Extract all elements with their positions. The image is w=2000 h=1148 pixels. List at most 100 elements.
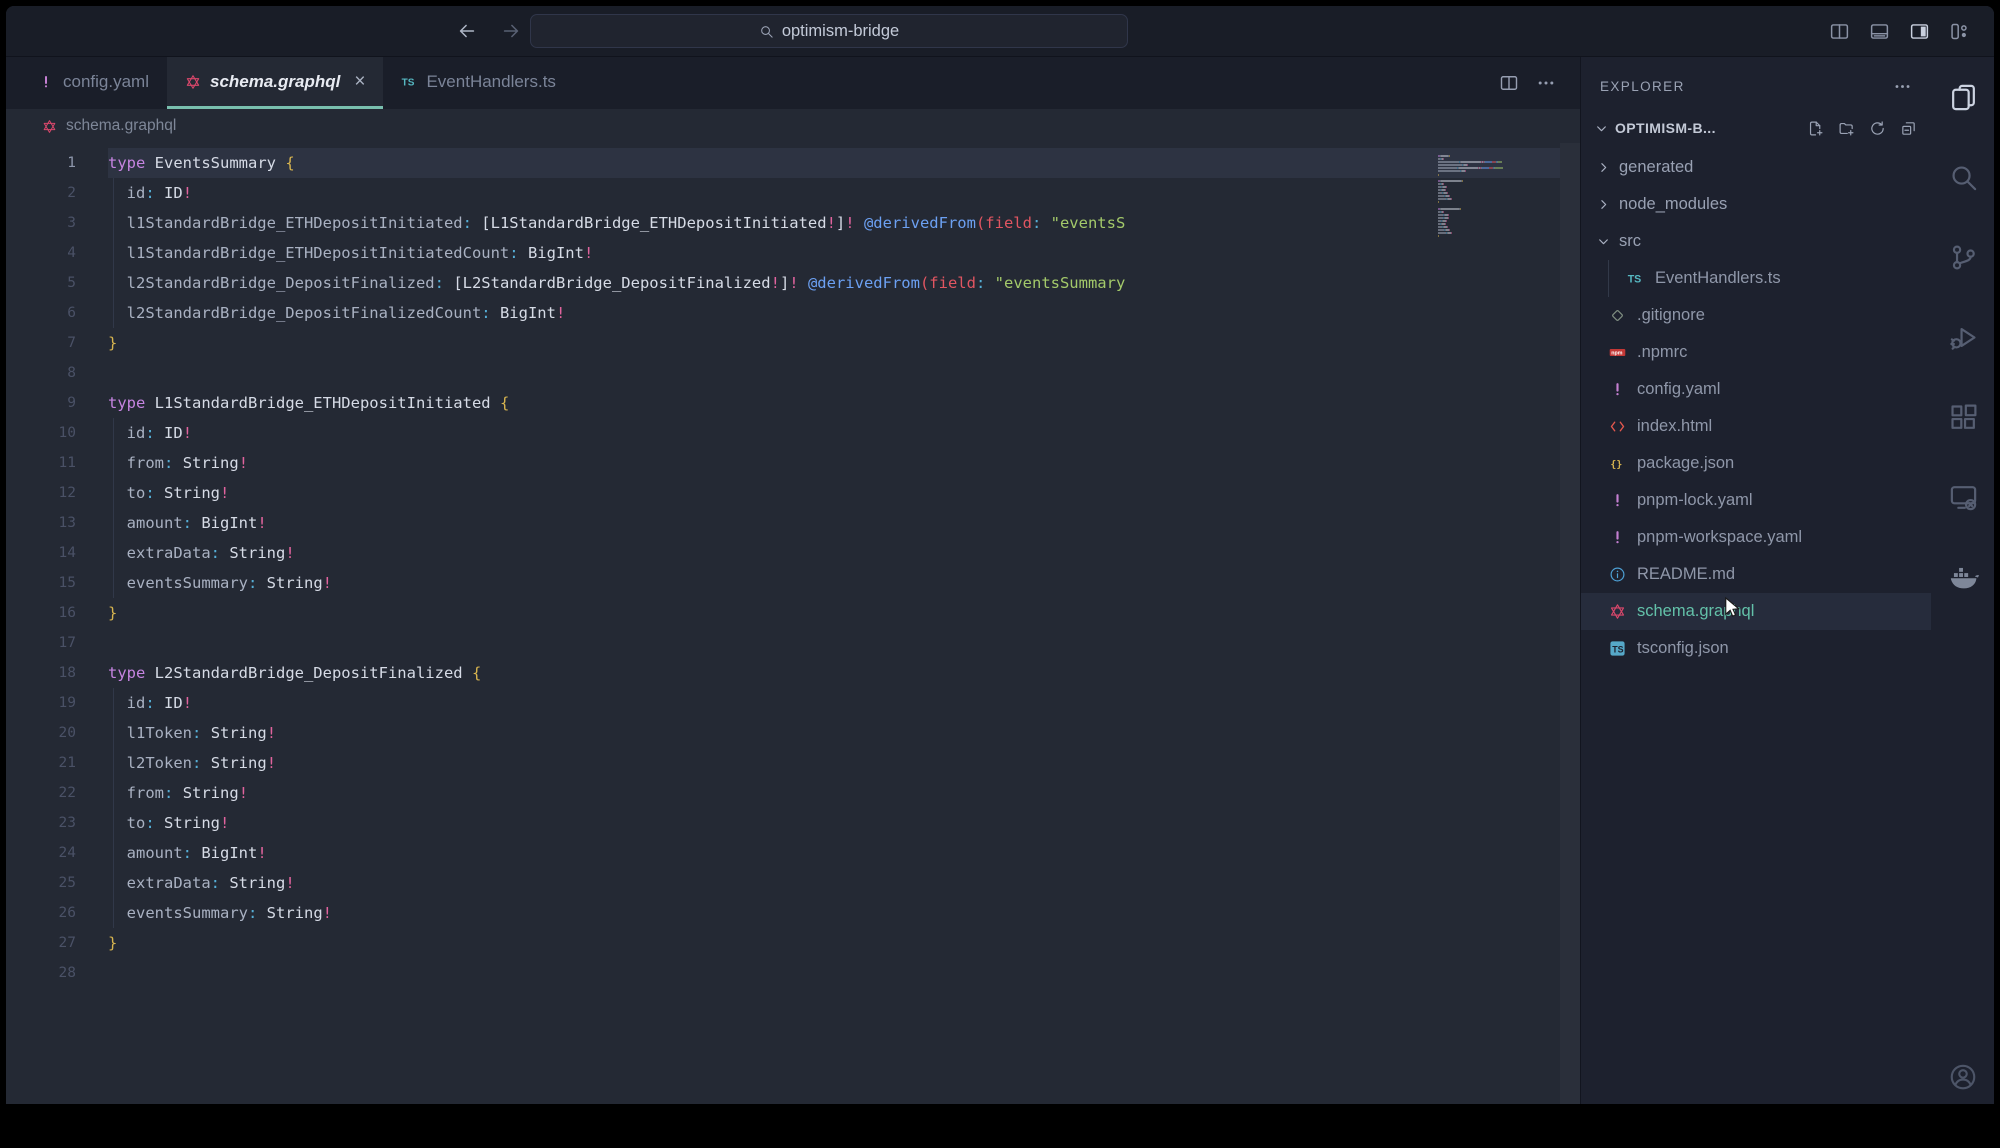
more-actions-icon[interactable] xyxy=(1893,77,1912,96)
gitignore-icon xyxy=(1606,307,1628,324)
split-editor-icon[interactable] xyxy=(1499,73,1519,93)
code-line-14[interactable]: 14 extraData: String! xyxy=(6,538,1580,568)
code-line-4[interactable]: 4 l1StandardBridge_ETHDepositInitiatedCo… xyxy=(6,238,1580,268)
tree-item-label: EventHandlers.ts xyxy=(1655,269,1781,288)
tab-label: config.yaml xyxy=(63,72,149,92)
chevron-right-icon xyxy=(1594,161,1612,174)
info-icon xyxy=(1606,566,1628,583)
code-line-7[interactable]: 7} xyxy=(6,328,1580,358)
code-line-24[interactable]: 24 amount: BigInt! xyxy=(6,838,1580,868)
project-root-row[interactable]: OPTIMISM-B... xyxy=(1581,111,1931,145)
file-npmrc[interactable]: npm.npmrc xyxy=(1581,334,1931,371)
toggle-secondary-sidebar-icon[interactable] xyxy=(1909,21,1930,42)
code-line-26[interactable]: 26 eventsSummary: String! xyxy=(6,898,1580,928)
code-line-8[interactable]: 8 xyxy=(6,358,1580,388)
split-editor-icon[interactable] xyxy=(1829,21,1850,42)
new-folder-icon[interactable] xyxy=(1838,120,1855,137)
html-icon xyxy=(1606,418,1628,435)
code-line-25[interactable]: 25 extraData: String! xyxy=(6,868,1580,898)
code-line-20[interactable]: 20 l1Token: String! xyxy=(6,718,1580,748)
code-line-10[interactable]: 10 id: ID! xyxy=(6,418,1580,448)
code-line-3[interactable]: 3 l1StandardBridge_ETHDepositInitiated: … xyxy=(6,208,1580,238)
tree-item-label: node_modules xyxy=(1619,195,1727,214)
code-line-22[interactable]: 22 from: String! xyxy=(6,778,1580,808)
tree-item-label: schema.graphql xyxy=(1637,602,1754,621)
code-line-1[interactable]: 1type EventsSummary { xyxy=(6,148,1580,178)
file-gitignore[interactable]: .gitignore xyxy=(1581,297,1931,334)
activity-remote-explorer[interactable] xyxy=(1931,457,1994,537)
activity-extensions[interactable] xyxy=(1931,377,1994,457)
tab-schema-graphql[interactable]: schema.graphql× xyxy=(167,57,383,109)
code-line-21[interactable]: 21 l2Token: String! xyxy=(6,748,1580,778)
refresh-icon[interactable] xyxy=(1869,120,1886,137)
line-number: 16 xyxy=(6,598,76,628)
tab-eventhandlers-ts[interactable]: TSEventHandlers.ts xyxy=(383,57,573,109)
explorer-header: EXPLORER xyxy=(1581,65,1931,107)
forward-arrow-icon[interactable] xyxy=(500,20,522,42)
activity-explorer[interactable] xyxy=(1931,57,1994,137)
code-editor[interactable]: 1type EventsSummary {2 id: ID!3 l1Standa… xyxy=(6,143,1580,1104)
new-file-icon[interactable] xyxy=(1807,120,1824,137)
ts-box-icon: TS xyxy=(1606,640,1628,657)
code-line-6[interactable]: 6 l2StandardBridge_DepositFinalizedCount… xyxy=(6,298,1580,328)
breadcrumb[interactable]: schema.graphql xyxy=(6,109,1580,143)
tab-bar: config.yaml schema.graphql×TSEventHandler… xyxy=(6,57,1580,109)
project-root-label: OPTIMISM-B... xyxy=(1615,120,1716,136)
code-line-13[interactable]: 13 amount: BigInt! xyxy=(6,508,1580,538)
file-schema-graphql[interactable]: schema.graphql xyxy=(1581,593,1931,630)
toggle-panel-icon[interactable] xyxy=(1869,21,1890,42)
activity-search[interactable] xyxy=(1931,137,1994,217)
code-line-5[interactable]: 5 l2StandardBridge_DepositFinalized: [L2… xyxy=(6,268,1580,298)
ts-icon: TS xyxy=(1624,270,1646,287)
file-index-html[interactable]: index.html xyxy=(1581,408,1931,445)
command-center[interactable]: optimism-bridge xyxy=(530,14,1128,48)
search-icon xyxy=(1948,162,1979,193)
customize-layout-icon[interactable] xyxy=(1949,21,1970,42)
code-line-28[interactable]: 28 xyxy=(6,958,1580,988)
line-number: 4 xyxy=(6,238,76,268)
tab-config-yaml[interactable]: config.yaml xyxy=(20,57,167,109)
source-control-icon xyxy=(1948,242,1979,273)
graphql-icon xyxy=(42,119,57,134)
code-line-11[interactable]: 11 from: String! xyxy=(6,448,1580,478)
line-number: 10 xyxy=(6,418,76,448)
editor-scrollbar[interactable] xyxy=(1560,143,1580,1104)
code-line-15[interactable]: 15 eventsSummary: String! xyxy=(6,568,1580,598)
file-config-yaml[interactable]: config.yaml xyxy=(1581,371,1931,408)
collapse-all-icon[interactable] xyxy=(1900,120,1917,137)
file-package-json[interactable]: {}package.json xyxy=(1581,445,1931,482)
line-number: 25 xyxy=(6,868,76,898)
file-pnpm-workspace-yaml[interactable]: pnpm-workspace.yaml xyxy=(1581,519,1931,556)
account-icon[interactable] xyxy=(1948,1062,1978,1092)
code-line-23[interactable]: 23 to: String! xyxy=(6,808,1580,838)
explorer-title: EXPLORER xyxy=(1600,79,1685,94)
chevron-right-icon xyxy=(1594,198,1612,211)
code-line-17[interactable]: 17 xyxy=(6,628,1580,658)
code-line-18[interactable]: 18type L2StandardBridge_DepositFinalized… xyxy=(6,658,1580,688)
code-line-12[interactable]: 12 to: String! xyxy=(6,478,1580,508)
minimap[interactable] xyxy=(1438,155,1556,242)
activity-account[interactable] xyxy=(1931,1062,1994,1092)
folder-generated[interactable]: generated xyxy=(1581,149,1931,186)
close-icon[interactable]: × xyxy=(354,71,365,93)
workbench: config.yamlschema.graphql×TSEventHandler… xyxy=(6,57,1994,1104)
activity-source-control[interactable] xyxy=(1931,217,1994,297)
file-readme-md[interactable]: README.md xyxy=(1581,556,1931,593)
code-line-9[interactable]: 9type L1StandardBridge_ETHDepositInitiat… xyxy=(6,388,1580,418)
code-line-27[interactable]: 27} xyxy=(6,928,1580,958)
activity-docker[interactable] xyxy=(1931,537,1994,617)
chevron-down-icon xyxy=(1594,235,1612,248)
file-pnpm-lock-yaml[interactable]: pnpm-lock.yaml xyxy=(1581,482,1931,519)
folder-node-modules[interactable]: node_modules xyxy=(1581,186,1931,223)
file-tsconfig-json[interactable]: TStsconfig.json xyxy=(1581,630,1931,667)
line-number: 22 xyxy=(6,778,76,808)
file-eventhandlers-ts[interactable]: TS EventHandlers.ts xyxy=(1581,260,1931,297)
line-number: 12 xyxy=(6,478,76,508)
activity-run-debug[interactable] xyxy=(1931,297,1994,377)
more-actions-icon[interactable] xyxy=(1536,73,1556,93)
code-line-16[interactable]: 16} xyxy=(6,598,1580,628)
back-arrow-icon[interactable] xyxy=(456,20,478,42)
code-line-2[interactable]: 2 id: ID! xyxy=(6,178,1580,208)
folder-src[interactable]: src xyxy=(1581,223,1931,260)
code-line-19[interactable]: 19 id: ID! xyxy=(6,688,1580,718)
